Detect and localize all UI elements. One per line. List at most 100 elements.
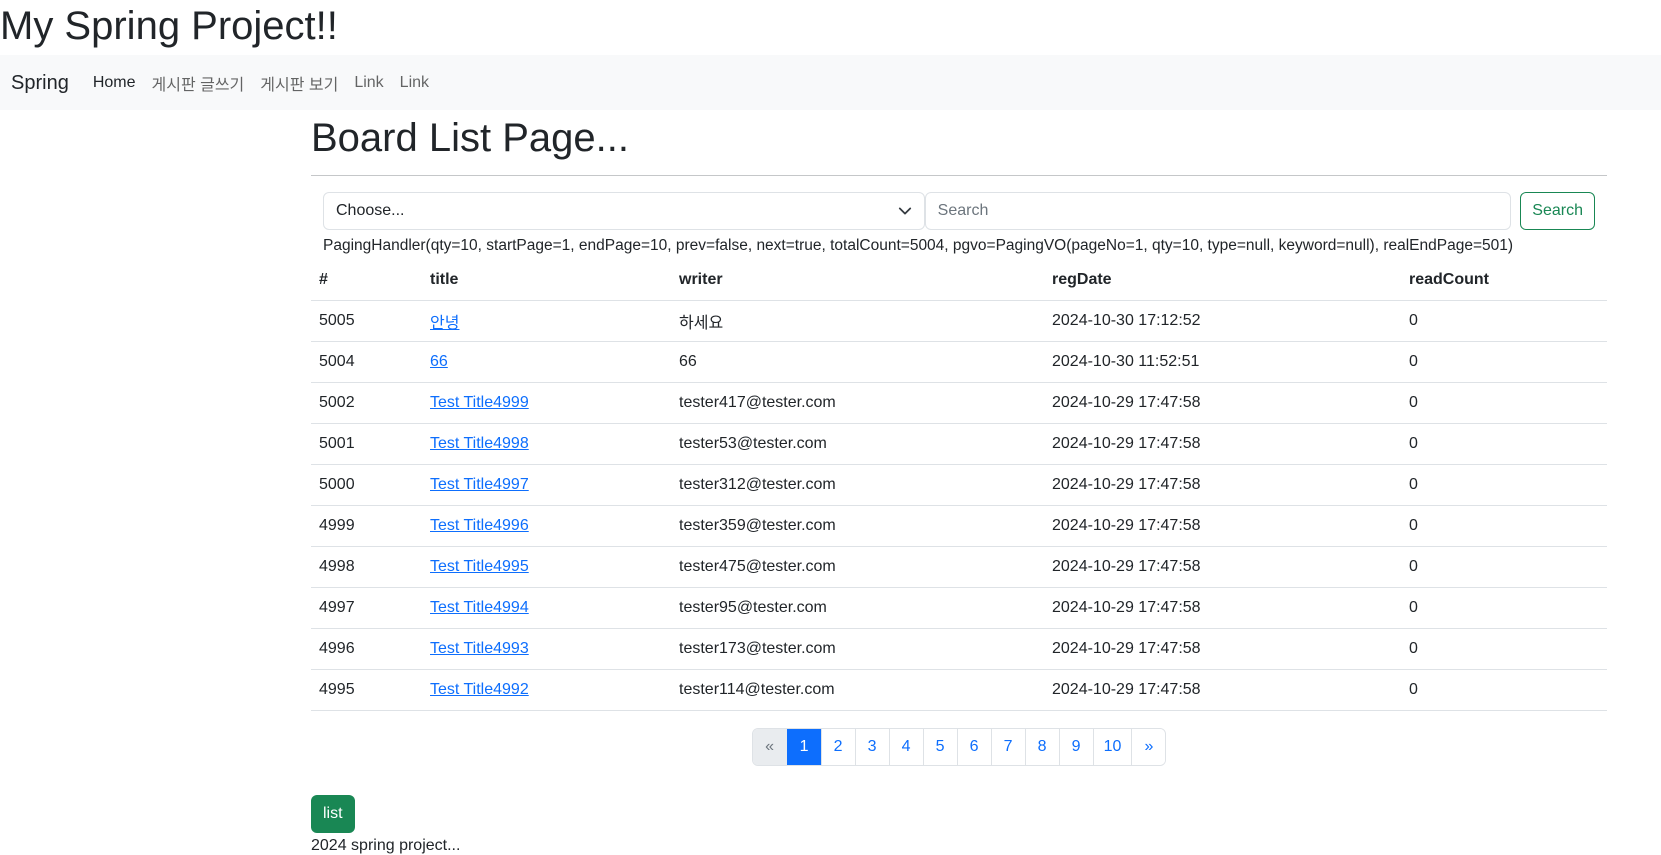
cell-num: 4998 [311, 546, 422, 588]
search-type-value: Choose... [336, 202, 405, 219]
board-title-link[interactable]: 66 [430, 353, 448, 370]
cell-readcount: 0 [1401, 546, 1607, 588]
footer-text: 2024 spring project... [311, 836, 461, 854]
cell-regdate: 2024-10-29 17:47:58 [1044, 628, 1401, 670]
table-header-row: # title writer regDate readCount [311, 261, 1607, 301]
cell-regdate: 2024-10-29 17:47:58 [1044, 587, 1401, 629]
search-button[interactable]: Search [1520, 192, 1595, 230]
board-title-link[interactable]: Test Title4998 [430, 435, 529, 452]
cell-readcount: 0 [1401, 423, 1607, 465]
cell-writer: tester359@tester.com [671, 505, 1044, 547]
cell-regdate: 2024-10-30 17:12:52 [1044, 300, 1401, 342]
table-row: 5004 66 66 2024-10-30 11:52:51 0 [311, 341, 1607, 383]
table-row: 5001 Test Title4998 tester53@tester.com 202… [311, 423, 1607, 465]
cell-title: 안녕 [422, 300, 671, 342]
cell-readcount: 0 [1401, 628, 1607, 670]
table-row: 4997 Test Title4994 tester95@tester.com 202… [311, 587, 1607, 629]
cell-regdate: 2024-10-29 17:47:58 [1044, 382, 1401, 424]
page-link-8[interactable]: 8 [1024, 728, 1059, 765]
cell-regdate: 2024-10-29 17:47:58 [1044, 464, 1401, 506]
page-link-5[interactable]: 5 [922, 728, 957, 765]
header-writer: writer [671, 261, 1044, 301]
cell-title: Test Title4996 [422, 505, 671, 547]
cell-regdate: 2024-10-29 17:47:58 [1044, 669, 1401, 711]
board-title-link[interactable]: 안녕 [430, 315, 459, 332]
header-regdate: regDate [1044, 261, 1401, 301]
nav-link-board-view[interactable]: 게시판 보기 [260, 71, 338, 95]
paging-info-text: PagingHandler(qty=10, startPage=1, endPa… [323, 237, 1514, 254]
cell-num: 4995 [311, 669, 422, 711]
table-row: 4998 Test Title4995 tester475@tester.com 20… [311, 546, 1607, 588]
board-title-link[interactable]: Test Title4993 [430, 640, 529, 657]
nav-link-link-2[interactable]: Link [400, 74, 429, 92]
cell-writer: tester475@tester.com [671, 546, 1044, 588]
nav-link-link-1[interactable]: Link [354, 74, 383, 92]
table-row: 5000 Test Title4997 tester312@tester.com 20… [311, 464, 1607, 506]
cell-readcount: 0 [1401, 300, 1607, 342]
nav-link-board-write[interactable]: 게시판 글쓰기 [152, 71, 245, 95]
cell-regdate: 2024-10-29 17:47:58 [1044, 546, 1401, 588]
page-link-7[interactable]: 7 [990, 728, 1025, 765]
list-button[interactable]: list [311, 794, 355, 833]
pagination: «1 2 3 4 5 6 7 8 9 10» [311, 727, 1607, 766]
table-row: 4995 Test Title4992 tester114@tester.com 20… [311, 669, 1607, 711]
header-num: # [311, 261, 422, 301]
cell-readcount: 0 [1401, 341, 1607, 383]
navbar-brand[interactable]: Spring [11, 72, 69, 95]
cell-writer: tester173@tester.com [671, 628, 1044, 670]
cell-regdate: 2024-10-29 17:47:58 [1044, 423, 1401, 465]
cell-readcount: 0 [1401, 464, 1607, 506]
page-link-6[interactable]: 6 [956, 728, 991, 765]
table-row: 5002 Test Title4999 tester417@tester.com 20… [311, 382, 1607, 424]
cell-title: Test Title4995 [422, 546, 671, 588]
cell-writer: 66 [671, 341, 1044, 383]
cell-num: 4996 [311, 628, 422, 670]
header-readcount: readCount [1401, 261, 1607, 301]
cell-title: Test Title4994 [422, 587, 671, 629]
cell-title: Test Title4992 [422, 669, 671, 711]
cell-num: 5005 [311, 300, 422, 342]
board-title-link[interactable]: Test Title4999 [430, 394, 529, 411]
page-link-2[interactable]: 2 [820, 728, 855, 765]
cell-title: Test Title4993 [422, 628, 671, 670]
search-input[interactable] [924, 192, 1512, 230]
cell-num: 5002 [311, 382, 422, 424]
main-container: Board List Page... Choose... Search Pagi… [311, 110, 1607, 855]
chevron-down-icon [898, 207, 911, 215]
cell-num: 4999 [311, 505, 422, 547]
page-link-10[interactable]: 10 [1092, 728, 1132, 765]
board-title-link[interactable]: Test Title4997 [430, 476, 529, 493]
cell-readcount: 0 [1401, 587, 1607, 629]
nav-link-home[interactable]: Home [93, 74, 136, 92]
table-row: 4996 Test Title4993 tester173@tester.com 20… [311, 628, 1607, 670]
board-title-link[interactable]: Test Title4995 [430, 558, 529, 575]
cell-regdate: 2024-10-29 17:47:58 [1044, 505, 1401, 547]
page-prev-button: « [752, 728, 787, 765]
page-link-4[interactable]: 4 [888, 728, 923, 765]
cell-writer: tester114@tester.com [671, 669, 1044, 711]
board-title-link[interactable]: Test Title4992 [430, 681, 529, 698]
page-link-1[interactable]: 1 [786, 728, 821, 765]
page-link-9[interactable]: 9 [1058, 728, 1093, 765]
cell-writer: tester417@tester.com [671, 382, 1044, 424]
cell-writer: tester95@tester.com [671, 587, 1044, 629]
cell-title: 66 [422, 341, 671, 383]
cell-writer: 하세요 [671, 300, 1044, 342]
cell-num: 5000 [311, 464, 422, 506]
table-row: 5005 안녕 하세요 2024-10-30 17:12:52 0 [311, 300, 1607, 342]
page-next-button[interactable]: » [1131, 728, 1166, 765]
search-form: Choose... Search [311, 192, 1607, 230]
cell-writer: tester312@tester.com [671, 464, 1044, 506]
page-link-3[interactable]: 3 [854, 728, 889, 765]
board-title-link[interactable]: Test Title4996 [430, 517, 529, 534]
board-title-link[interactable]: Test Title4994 [430, 599, 529, 616]
title-divider [311, 175, 1607, 176]
cell-writer: tester53@tester.com [671, 423, 1044, 465]
cell-num: 4997 [311, 587, 422, 629]
cell-num: 5001 [311, 423, 422, 465]
navbar: Spring Home 게시판 글쓰기 게시판 보기 Link Link [0, 55, 1661, 110]
cell-readcount: 0 [1401, 505, 1607, 547]
search-type-select[interactable]: Choose... [323, 192, 925, 230]
cell-readcount: 0 [1401, 669, 1607, 711]
table-row: 4999 Test Title4996 tester359@tester.com 20… [311, 505, 1607, 547]
